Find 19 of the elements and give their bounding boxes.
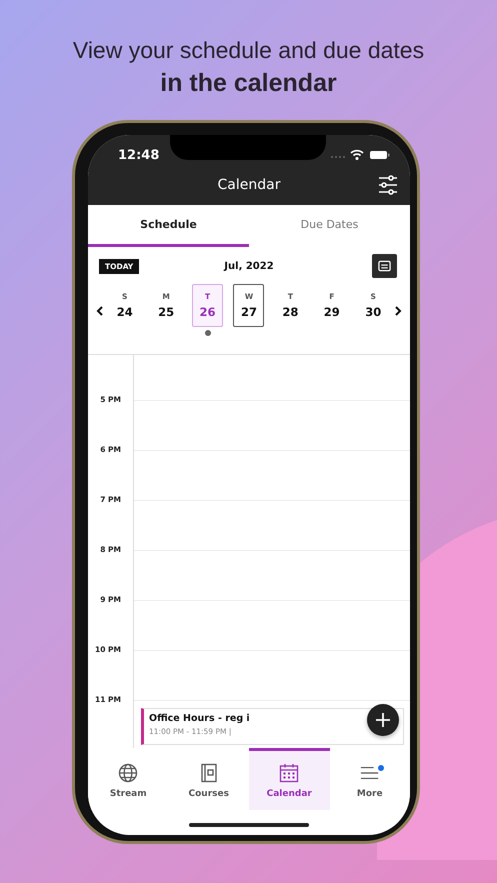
book-icon xyxy=(198,762,219,782)
globe-icon xyxy=(118,762,138,782)
headline-text: View your schedule and due dates xyxy=(72,36,426,65)
status-icons xyxy=(330,149,390,161)
status-time: 12:48 xyxy=(118,148,160,162)
calendar-view-button[interactable] xyxy=(372,254,397,278)
nav-tab[interactable]: More xyxy=(330,748,410,810)
filter-icon[interactable] xyxy=(378,175,398,195)
nav-tab[interactable]: Calendar xyxy=(249,748,330,810)
header-title: Calendar xyxy=(218,177,280,193)
chevron-right-icon[interactable] xyxy=(394,306,402,316)
calendar-view-icon xyxy=(378,260,391,272)
plus-icon xyxy=(375,712,391,728)
chevron-left-icon[interactable] xyxy=(96,306,104,316)
calendar-icon xyxy=(279,762,300,782)
headline-text: in the calendar xyxy=(159,68,338,99)
month-label: Jul, 2022 xyxy=(224,260,274,272)
event-title: Office Hours - reg i xyxy=(149,713,250,724)
nav-tab[interactable]: Stream xyxy=(88,748,168,810)
